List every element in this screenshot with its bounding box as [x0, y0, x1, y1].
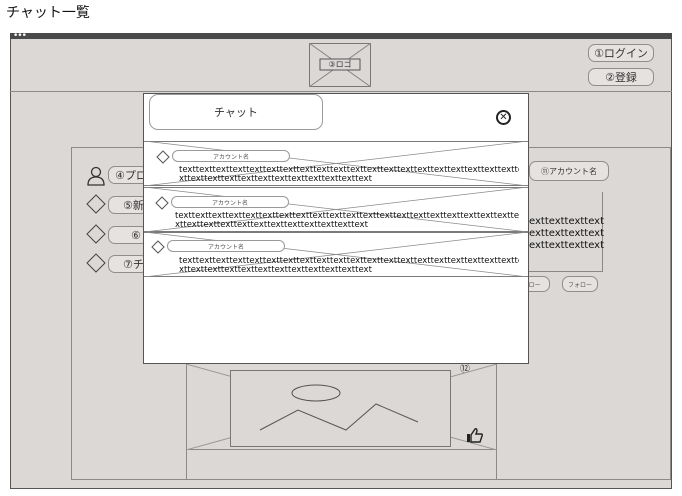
- sidebar-item-chat[interactable]: ⑦チ: [108, 255, 148, 273]
- diamond-icon: [155, 196, 169, 210]
- right-text-line: exttexttexttext: [529, 228, 605, 239]
- login-button[interactable]: ①ログイン: [588, 44, 654, 62]
- register-label: ②登録: [605, 71, 637, 84]
- sidebar-item-label: ⑥: [131, 228, 141, 242]
- close-icon[interactable]: ✕: [496, 110, 511, 125]
- chat-message-line: texttexttexttexttexttexttexttexttexttext…: [179, 166, 519, 175]
- follow-label: フォロー: [567, 281, 592, 289]
- right-text-box: exttexttexttext exttexttexttext exttextt…: [529, 192, 605, 272]
- right-text-line: exttexttexttext: [529, 216, 605, 227]
- logo-label: ③ロゴ: [328, 60, 352, 69]
- chat-message-line: xttexttexttexttexttexttexttexttexttextte…: [179, 175, 372, 184]
- chat-account-name: アカウント名: [172, 150, 290, 162]
- right-text-line: exttexttexttext: [529, 240, 605, 251]
- like-icon[interactable]: [466, 427, 484, 443]
- diamond-icon: [86, 253, 106, 273]
- chat-account-name: アカウント名: [171, 196, 289, 208]
- follow-button[interactable]: フォロー: [562, 276, 598, 292]
- sidebar-item-6[interactable]: ⑥: [108, 226, 148, 244]
- profile-button[interactable]: ④プロ: [108, 166, 148, 184]
- chat-message-line: xttexttexttexttexttexttexttexttexttextte…: [179, 266, 372, 275]
- sidebar-item-new[interactable]: ⑤新: [108, 196, 148, 214]
- post-image-placeholder: [186, 364, 497, 450]
- right-button-1-label: ロー: [528, 281, 541, 289]
- window-titlebar: [10, 33, 672, 39]
- chat-title-box: チャット: [149, 94, 323, 130]
- page-title: チャット一覧: [6, 5, 90, 21]
- diamond-icon: [86, 224, 106, 244]
- login-label: ①ログイン: [594, 47, 648, 60]
- sidebar-item-label: ⑦チ: [123, 258, 144, 271]
- chat-account-name: アカウント名: [167, 240, 285, 252]
- window-dots-icon: •••: [13, 31, 27, 41]
- diamond-icon: [156, 150, 170, 164]
- register-button[interactable]: ②登録: [588, 68, 654, 86]
- header-divider: [10, 91, 672, 92]
- chat-message-line: texttexttexttexttexttexttexttexttexttext…: [175, 212, 519, 221]
- chat-message-line: xttexttexttexttexttexttexttexttexttextte…: [175, 221, 368, 230]
- right-account-button[interactable]: ⑪アカウント名: [529, 161, 609, 181]
- user-icon: [87, 166, 105, 186]
- right-account-label: ⑪アカウント名: [541, 166, 597, 176]
- diamond-icon: [151, 240, 165, 254]
- diamond-icon: [86, 194, 106, 214]
- chat-message-line: texttexttexttexttexttexttexttexttexttext…: [179, 257, 519, 266]
- sidebar-item-label: ⑤新: [123, 199, 144, 212]
